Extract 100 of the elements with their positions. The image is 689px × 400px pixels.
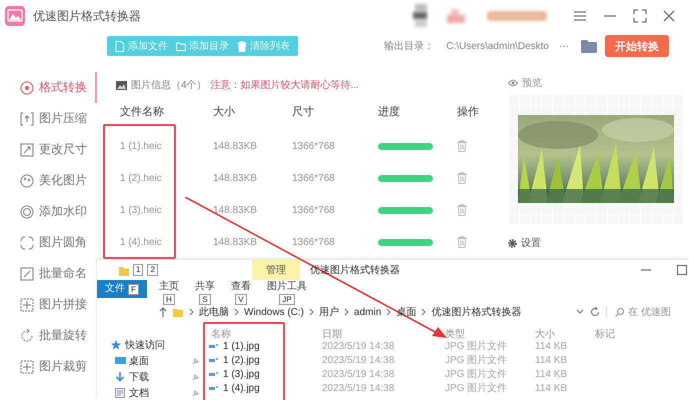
key-tip: F (128, 284, 139, 295)
table-cell-text: JPG 图片文件 (445, 368, 508, 381)
refresh-icon[interactable] (590, 307, 600, 317)
table-cell-text: 148.83KB (213, 172, 258, 186)
gear-icon (508, 238, 517, 248)
table-cell-text: 148.83KB (213, 140, 258, 154)
sidebar-item[interactable]: 图片压缩 (0, 103, 97, 134)
blurred-avatar (413, 4, 429, 28)
sidebar-item[interactable]: 更改尺寸 (0, 134, 97, 165)
table-cell-text: JPG 图片文件 (445, 382, 508, 395)
nav-item[interactable]: 桌面 (111, 353, 205, 369)
trash-icon (237, 40, 247, 52)
folder-icon (173, 308, 183, 316)
eye-icon (508, 79, 518, 87)
pin-icon[interactable] (192, 358, 199, 364)
close-icon[interactable] (663, 10, 675, 22)
file-icon (115, 40, 125, 52)
table-cell-text: 1 (2).heic (120, 172, 163, 186)
maximize-icon[interactable] (633, 9, 647, 23)
sidebar-item[interactable]: 图片圆角 (0, 227, 97, 258)
folder-icon[interactable] (581, 40, 597, 52)
maximize-icon[interactable] (677, 265, 687, 275)
image-file-icon (209, 384, 219, 392)
document-icon (115, 388, 126, 398)
key-tip: V (235, 294, 247, 305)
context-tab[interactable]: 管理 (252, 260, 300, 280)
column-header: 大小 (213, 104, 236, 120)
grid-icon (20, 360, 34, 374)
rotate-icon (20, 328, 34, 342)
column-header[interactable]: 标记 (595, 325, 689, 343)
chevron-icon (309, 308, 314, 316)
file-name[interactable]: 1 (3).jpg (205, 367, 322, 381)
sidebar-item[interactable]: 图片裁剪 (0, 351, 97, 382)
table-cell-text: 114 KB (535, 354, 568, 367)
pin-icon[interactable] (192, 374, 199, 380)
blurred-username (487, 9, 547, 23)
notice-text: 注意：如果图片较大请耐心等待... (210, 78, 359, 92)
bracket-icon (20, 112, 34, 126)
key-tip: 1 (133, 264, 144, 276)
sidebar-item[interactable]: 批量旋转 (0, 320, 97, 351)
key-tip: H (163, 294, 175, 305)
resize-icon (20, 142, 34, 156)
info-label: 图片信息（4个） (131, 78, 207, 92)
chevron-icon (234, 308, 239, 316)
sidebar-item[interactable]: 图片拼接 (0, 289, 97, 320)
pin-icon[interactable] (192, 390, 199, 396)
table-cell-text: 1366*768 (292, 204, 336, 218)
more-button[interactable]: ··· (559, 40, 569, 52)
image-icon (116, 80, 127, 90)
window-title: 优速图片格式转换器 (33, 8, 141, 24)
key-tip: JP (279, 294, 295, 305)
folder-icon (176, 40, 186, 52)
key-tip: S (199, 294, 211, 305)
sidebar-item[interactable]: 添加水印 (0, 196, 97, 227)
start-button[interactable]: 开始转换 (605, 35, 669, 57)
output-path-field[interactable]: C:\Users\admin\Deskto (446, 40, 549, 52)
nav-item[interactable]: 文档 (111, 385, 205, 400)
menu-icon[interactable] (573, 10, 587, 22)
nav-item[interactable]: 快速访问 (111, 337, 205, 353)
ribbon-tab[interactable]: 共享 S (186, 280, 223, 305)
file-name[interactable]: 1 (2).jpg (205, 353, 322, 367)
table-cell-text: 1 (1).heic (120, 140, 163, 154)
search-field[interactable]: 在 优速图 (606, 306, 685, 318)
table-cell-text: 148.83KB (213, 204, 258, 218)
file-name[interactable]: 1 (4).jpg (205, 381, 322, 395)
ribbon-tab[interactable]: 文件 F (97, 280, 147, 298)
column-header: 进度 (378, 104, 401, 120)
desktop-icon (115, 356, 126, 366)
chevron-icon (189, 308, 194, 316)
corner-icon (20, 236, 34, 250)
table-cell-text: 2023/5/19 14:38 (322, 368, 396, 381)
chevron-icon (344, 308, 350, 316)
ribbon-tab[interactable]: 主页 H (150, 280, 187, 305)
circle-icon (20, 204, 34, 218)
table-cell-text: 1366*768 (292, 172, 336, 186)
preview-title: 预览 (522, 77, 542, 90)
table-cell-text: 1 (4).heic (120, 236, 163, 250)
star-icon (111, 340, 122, 350)
chevron-icon (386, 308, 392, 316)
sidebar-item[interactable]: 格式转换 (0, 72, 97, 103)
sidebar-item[interactable]: 美化图片 (0, 165, 97, 196)
image-file-icon (209, 356, 219, 364)
table-cell-text: 114 KB (535, 382, 568, 395)
up-arrow-icon[interactable] (159, 307, 167, 317)
ribbon-tab[interactable]: 查看 V (222, 280, 259, 305)
dropdown-icon[interactable] (576, 309, 584, 315)
image-file-icon (209, 342, 219, 350)
grid-icon (20, 298, 34, 312)
column-header: 尺寸 (292, 104, 315, 120)
table-cell-text: 1366*768 (292, 140, 336, 154)
ribbon-tab[interactable]: 图片工具 JP (258, 280, 315, 305)
nav-item[interactable]: 下载 (111, 369, 205, 385)
column-header: 文件名称 (120, 104, 165, 120)
table-cell-text: 114 KB (535, 368, 568, 381)
table-cell-text: 2023/5/19 14:38 (322, 382, 396, 395)
table-cell-text: 1 (3).heic (120, 204, 163, 218)
download-icon (115, 372, 126, 382)
table-cell-text: JPG 图片文件 (445, 354, 508, 367)
sidebar-item[interactable]: 批量命名 (0, 258, 97, 289)
table-cell-text: 1366*768 (292, 236, 336, 250)
